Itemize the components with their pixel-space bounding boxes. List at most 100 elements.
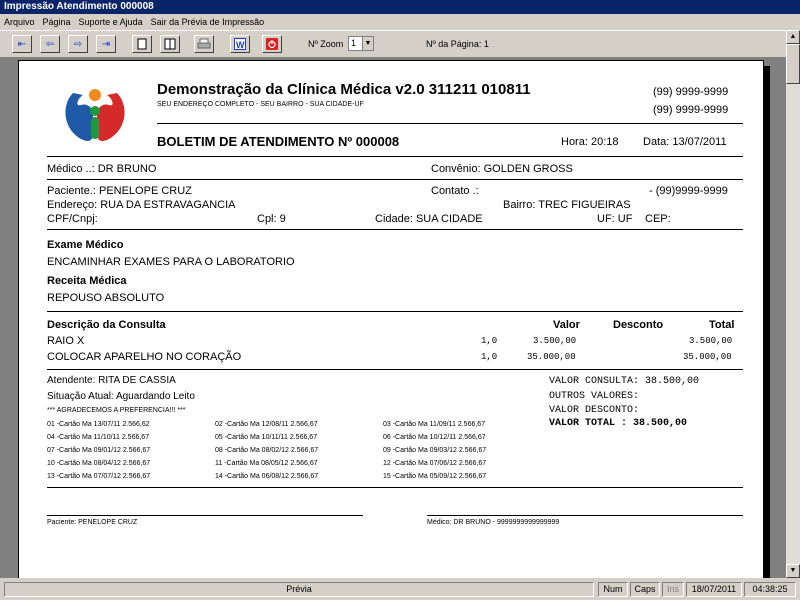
two-pages-icon xyxy=(164,38,176,50)
page-icon xyxy=(137,38,147,50)
neighborhood-field: Bairro: TREC FIGUEIRAS xyxy=(503,199,631,211)
item-desc: RAIO X xyxy=(47,335,85,347)
menu-sair[interactable]: Sair da Prévia de Impressão xyxy=(147,14,269,30)
next-page-button[interactable]: ⇨ xyxy=(68,35,88,53)
items-header-value: Valor xyxy=(553,319,580,331)
status-num: Num xyxy=(598,582,628,597)
status-bar: Prévia Num Caps Ins 18/07/2011 04:38:25 xyxy=(0,578,800,600)
window-title: Impressão Atendimento 000008 xyxy=(0,0,800,14)
status-time: 04:38:25 xyxy=(744,582,796,597)
items-header-desc: Descrição da Consulta xyxy=(47,319,166,331)
toolbar: ⇤ ⇦ ⇨ ⇥ W Nº Zoom 1 ▼ Nº da Página: 1 xyxy=(0,30,800,58)
arrow-down-icon: ▼ xyxy=(789,567,797,574)
patient-signature-label: Paciente: PENELOPE CRUZ xyxy=(47,519,138,526)
scroll-up-button[interactable]: ▲ xyxy=(786,30,800,44)
status-ins: Ins xyxy=(662,582,684,597)
arrow-left-icon: ⇦ xyxy=(45,38,55,50)
patient-field: Paciente.: PENELOPE CRUZ xyxy=(47,185,192,197)
status-date: 18/07/2011 xyxy=(686,582,742,597)
attendant-field: Atendente: RITA DE CASSIA xyxy=(47,375,176,386)
patient-divider xyxy=(47,229,743,230)
city-field: Cidade: SUA CIDADE xyxy=(375,213,483,225)
printer-icon xyxy=(197,38,211,49)
item-value: 3.500,00 xyxy=(533,336,577,346)
item-total: 35.000,00 xyxy=(683,352,732,362)
doctor-signature-line xyxy=(427,515,743,516)
item-total: 3.500,00 xyxy=(689,336,733,346)
installment: 02 -Cartão Ma 12/08/11 2.566,67 xyxy=(215,421,318,428)
word-export-button[interactable]: W xyxy=(230,35,250,53)
installments-divider xyxy=(47,487,743,488)
two-pages-button[interactable] xyxy=(160,35,180,53)
installment: 05 -Cartão Ma 10/11/11 2.566,67 xyxy=(215,434,318,441)
item-qty: 1,0 xyxy=(481,352,498,362)
menu-pagina[interactable]: Página xyxy=(39,14,75,30)
thanks-message: *** AGRADECEMOS A PREFERENCIA!!! *** xyxy=(47,407,186,414)
installment: 04 -Cartão Ma 11/10/11 2.566,67 xyxy=(47,434,150,441)
power-icon xyxy=(266,38,278,50)
last-page-icon: ⇥ xyxy=(101,38,111,50)
installment: 09 -Cartão Ma 09/03/12 2.566,67 xyxy=(383,447,487,454)
address-field: Endereço: RUA DA ESTRAVAGANCIA xyxy=(47,199,236,211)
doctor-field: Médico ..: DR BRUNO xyxy=(47,163,157,175)
bulletin-date: Data: 13/07/2011 xyxy=(643,136,727,148)
menu-arquivo[interactable]: Arquivo xyxy=(0,14,39,30)
doctor-divider xyxy=(47,179,743,180)
menu-suporte[interactable]: Suporte e Ajuda xyxy=(75,14,147,30)
installment: 08 -Cartão Ma 08/02/12 2.566,67 xyxy=(215,447,319,454)
situation-field: Situação Atual: Aguardando Leito xyxy=(47,391,195,402)
items-header-total: Total xyxy=(709,319,735,331)
installment: 15 -Cartão Ma 05/09/12 2.566,67 xyxy=(383,473,487,480)
installment: 12 -Cartão Ma 07/06/12 2.566,67 xyxy=(383,460,487,467)
page-number-label: Nº da Página: 1 xyxy=(426,39,489,49)
installment: 06 -Cartão Ma 10/12/11 2.566,67 xyxy=(383,434,486,441)
clinic-logo-icon xyxy=(65,89,125,141)
first-page-icon: ⇤ xyxy=(17,38,27,50)
items-header-discount: Desconto xyxy=(613,319,664,331)
installment: 14 -Cartão Ma 06/08/12 2.566,67 xyxy=(215,473,319,480)
patient-signature-line xyxy=(47,515,363,516)
clinic-phone-2: (99) 9999-9999 xyxy=(653,104,729,116)
installment: 11 -Cartão Ma 08/05/12 2.566,67 xyxy=(215,460,318,467)
arrow-right-icon: ⇨ xyxy=(73,38,83,50)
prev-page-button[interactable]: ⇦ xyxy=(40,35,60,53)
doctor-signature-label: Médico: DR BRUNO - 9999999999999999 xyxy=(427,519,560,526)
item-qty: 1,0 xyxy=(481,336,498,346)
scroll-thumb[interactable] xyxy=(786,44,800,84)
insurance-field: Convênio: GOLDEN GROSS xyxy=(431,163,573,175)
item-value: 35.000,00 xyxy=(527,352,576,362)
last-page-button[interactable]: ⇥ xyxy=(96,35,116,53)
cpl-field: Cpl: 9 xyxy=(257,213,286,225)
summary-discount: VALOR DESCONTO: xyxy=(549,405,640,416)
vertical-scrollbar[interactable]: ▲ ▼ xyxy=(786,30,800,578)
clinic-address: SEU ENDEREÇO COMPLETO - SEU BAIRRO - SUA… xyxy=(157,101,364,108)
word-icon: W xyxy=(234,38,246,50)
menu-bar: Arquivo Página Suporte e Ajuda Sair da P… xyxy=(0,14,800,30)
clinic-name: Demonstração da Clínica Médica v2.0 3112… xyxy=(157,81,531,98)
prescription-text: REPOUSO ABSOLUTO xyxy=(47,292,165,304)
items-divider xyxy=(47,369,743,370)
contact-phone: - (99)9999-9999 xyxy=(649,185,728,197)
contact-field: Contato .: xyxy=(431,185,479,197)
svg-text:W: W xyxy=(236,40,245,50)
bulletin-divider xyxy=(47,156,743,157)
exit-button[interactable] xyxy=(262,35,282,53)
prescription-title: Receita Médica xyxy=(47,275,127,287)
clinic-phone-1: (99) 9999-9999 xyxy=(653,86,729,98)
first-page-button[interactable]: ⇤ xyxy=(12,35,32,53)
zoom-select[interactable]: 1 ▼ xyxy=(348,36,374,51)
single-page-button[interactable] xyxy=(132,35,152,53)
prescription-divider xyxy=(47,311,743,312)
uf-field: UF: UF xyxy=(597,213,633,225)
arrow-up-icon: ▲ xyxy=(789,33,797,40)
item-desc: COLOCAR APARELHO NO CORAÇÃO xyxy=(47,351,242,363)
scroll-down-button[interactable]: ▼ xyxy=(786,564,800,578)
zoom-value: 1 xyxy=(351,38,357,48)
summary-total: VALOR TOTAL : 38.500,00 xyxy=(549,418,688,429)
summary-consult-value: VALOR CONSULTA: 38.500,00 xyxy=(549,376,700,387)
print-button[interactable] xyxy=(194,35,214,53)
chevron-down-icon[interactable]: ▼ xyxy=(362,37,373,50)
exam-title: Exame Médico xyxy=(47,239,124,251)
status-caps: Caps xyxy=(630,582,660,597)
installment: 13 -Cartão Ma 07/07/12 2.566,67 xyxy=(47,473,151,480)
